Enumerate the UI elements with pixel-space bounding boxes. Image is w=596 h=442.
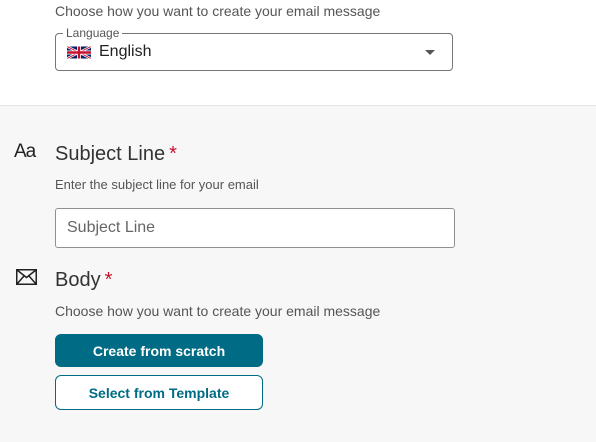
body-helper-text: Choose how you want to create your email… xyxy=(55,303,381,319)
language-field-label: Language xyxy=(63,26,123,40)
body-heading: Body * xyxy=(55,269,112,292)
chevron-down-icon[interactable] xyxy=(425,50,435,55)
required-indicator: * xyxy=(169,143,177,165)
envelope-icon xyxy=(16,269,37,285)
select-from-template-button[interactable]: Select from Template xyxy=(55,375,263,410)
subject-line-input[interactable] xyxy=(55,208,455,248)
language-selected-value: English xyxy=(99,43,152,60)
subject-line-title: Subject Line xyxy=(55,143,166,165)
subject-line-helper-text: Enter the subject line for your email xyxy=(55,177,259,192)
language-helper-text: Choose how you want to create your email… xyxy=(55,3,381,19)
subject-line-heading: Subject Line * xyxy=(55,143,177,166)
text-format-icon: Aa xyxy=(14,141,36,162)
language-panel: Choose how you want to create your email… xyxy=(0,0,596,106)
uk-flag-icon xyxy=(67,46,91,59)
body-title: Body xyxy=(55,269,101,291)
required-indicator: * xyxy=(104,269,113,291)
language-select[interactable]: Language English xyxy=(55,26,453,71)
create-from-scratch-button[interactable]: Create from scratch xyxy=(55,334,263,367)
